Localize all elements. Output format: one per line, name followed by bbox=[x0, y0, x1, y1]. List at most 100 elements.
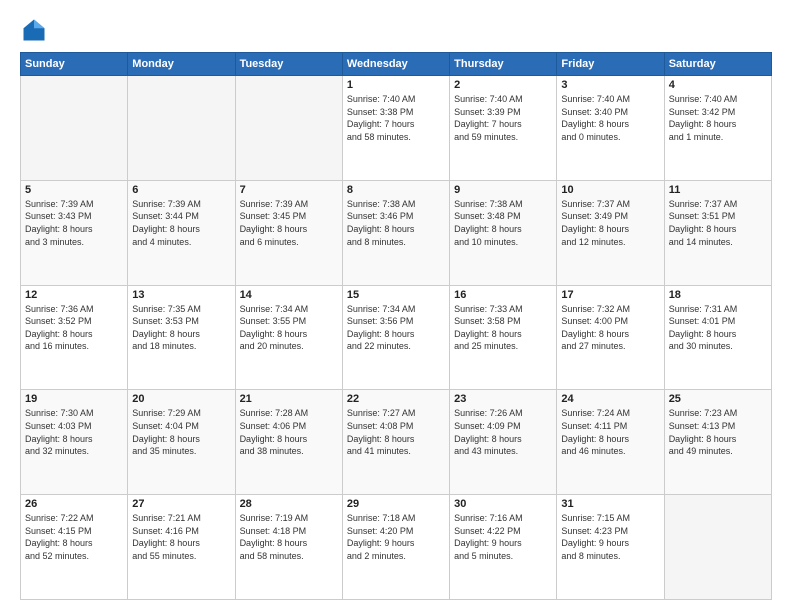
day-info: Sunrise: 7:16 AMSunset: 4:22 PMDaylight:… bbox=[454, 512, 552, 562]
weekday-sunday: Sunday bbox=[21, 53, 128, 76]
day-info: Sunrise: 7:38 AMSunset: 3:46 PMDaylight:… bbox=[347, 198, 445, 248]
day-info: Sunrise: 7:39 AMSunset: 3:44 PMDaylight:… bbox=[132, 198, 230, 248]
logo-icon bbox=[20, 16, 48, 44]
day-number: 22 bbox=[347, 393, 445, 405]
day-info: Sunrise: 7:15 AMSunset: 4:23 PMDaylight:… bbox=[561, 512, 659, 562]
day-cell: 15 Sunrise: 7:34 AMSunset: 3:56 PMDayligh… bbox=[342, 285, 449, 390]
day-cell bbox=[21, 76, 128, 181]
day-number: 24 bbox=[561, 393, 659, 405]
day-info: Sunrise: 7:27 AMSunset: 4:08 PMDaylight:… bbox=[347, 407, 445, 457]
week-row-4: 26 Sunrise: 7:22 AMSunset: 4:15 PMDayligh… bbox=[21, 495, 772, 600]
day-cell: 13 Sunrise: 7:35 AMSunset: 3:53 PMDayligh… bbox=[128, 285, 235, 390]
day-number: 31 bbox=[561, 498, 659, 510]
day-number: 2 bbox=[454, 79, 552, 91]
day-number: 19 bbox=[25, 393, 123, 405]
day-info: Sunrise: 7:23 AMSunset: 4:13 PMDaylight:… bbox=[669, 407, 767, 457]
day-number: 30 bbox=[454, 498, 552, 510]
day-number: 25 bbox=[669, 393, 767, 405]
day-number: 8 bbox=[347, 184, 445, 196]
day-number: 28 bbox=[240, 498, 338, 510]
weekday-thursday: Thursday bbox=[450, 53, 557, 76]
day-info: Sunrise: 7:37 AMSunset: 3:51 PMDaylight:… bbox=[669, 198, 767, 248]
day-number: 12 bbox=[25, 289, 123, 301]
day-number: 6 bbox=[132, 184, 230, 196]
day-number: 16 bbox=[454, 289, 552, 301]
day-info: Sunrise: 7:39 AMSunset: 3:43 PMDaylight:… bbox=[25, 198, 123, 248]
day-cell: 5Sunrise: 7:39 AMSunset: 3:43 PMDaylight… bbox=[21, 180, 128, 285]
day-cell: 26 Sunrise: 7:22 AMSunset: 4:15 PMDayligh… bbox=[21, 495, 128, 600]
day-cell: 10Sunrise: 7:37 AMSunset: 3:49 PMDayligh… bbox=[557, 180, 664, 285]
day-number: 9 bbox=[454, 184, 552, 196]
day-number: 26 bbox=[25, 498, 123, 510]
day-cell bbox=[128, 76, 235, 181]
day-info: Sunrise: 7:38 AMSunset: 3:48 PMDaylight:… bbox=[454, 198, 552, 248]
day-cell bbox=[664, 495, 771, 600]
day-info: Sunrise: 7:29 AMSunset: 4:04 PMDaylight:… bbox=[132, 407, 230, 457]
day-info: Sunrise: 7:40 AMSunset: 3:39 PMDaylight:… bbox=[454, 93, 552, 143]
day-info: Sunrise: 7:33 AMSunset: 3:58 PMDaylight:… bbox=[454, 303, 552, 353]
day-info: Sunrise: 7:35 AMSunset: 3:53 PMDaylight:… bbox=[132, 303, 230, 353]
day-cell: 11Sunrise: 7:37 AMSunset: 3:51 PMDayligh… bbox=[664, 180, 771, 285]
day-number: 13 bbox=[132, 289, 230, 301]
day-info: Sunrise: 7:32 AMSunset: 4:00 PMDaylight:… bbox=[561, 303, 659, 353]
page: SundayMondayTuesdayWednesdayThursdayFrid… bbox=[0, 0, 792, 612]
day-info: Sunrise: 7:39 AMSunset: 3:45 PMDaylight:… bbox=[240, 198, 338, 248]
day-info: Sunrise: 7:26 AMSunset: 4:09 PMDaylight:… bbox=[454, 407, 552, 457]
day-cell: 31 Sunrise: 7:15 AMSunset: 4:23 PMDayligh… bbox=[557, 495, 664, 600]
week-row-2: 12 Sunrise: 7:36 AMSunset: 3:52 PMDayligh… bbox=[21, 285, 772, 390]
day-cell: 23 Sunrise: 7:26 AMSunset: 4:09 PMDayligh… bbox=[450, 390, 557, 495]
day-info: Sunrise: 7:22 AMSunset: 4:15 PMDaylight:… bbox=[25, 512, 123, 562]
day-cell: 4 Sunrise: 7:40 AMSunset: 3:42 PMDaylight… bbox=[664, 76, 771, 181]
day-number: 23 bbox=[454, 393, 552, 405]
weekday-header-row: SundayMondayTuesdayWednesdayThursdayFrid… bbox=[21, 53, 772, 76]
day-cell: 6 Sunrise: 7:39 AMSunset: 3:44 PMDaylight… bbox=[128, 180, 235, 285]
week-row-1: 5Sunrise: 7:39 AMSunset: 3:43 PMDaylight… bbox=[21, 180, 772, 285]
weekday-wednesday: Wednesday bbox=[342, 53, 449, 76]
day-number: 29 bbox=[347, 498, 445, 510]
day-cell: 12 Sunrise: 7:36 AMSunset: 3:52 PMDayligh… bbox=[21, 285, 128, 390]
day-info: Sunrise: 7:24 AMSunset: 4:11 PMDaylight:… bbox=[561, 407, 659, 457]
day-cell: 18 Sunrise: 7:31 AMSunset: 4:01 PMDayligh… bbox=[664, 285, 771, 390]
day-number: 3 bbox=[561, 79, 659, 91]
day-number: 18 bbox=[669, 289, 767, 301]
calendar-table: SundayMondayTuesdayWednesdayThursdayFrid… bbox=[20, 52, 772, 600]
header bbox=[20, 16, 772, 44]
day-cell: 7 Sunrise: 7:39 AMSunset: 3:45 PMDaylight… bbox=[235, 180, 342, 285]
day-info: Sunrise: 7:36 AMSunset: 3:52 PMDaylight:… bbox=[25, 303, 123, 353]
day-info: Sunrise: 7:31 AMSunset: 4:01 PMDaylight:… bbox=[669, 303, 767, 353]
day-cell: 8 Sunrise: 7:38 AMSunset: 3:46 PMDaylight… bbox=[342, 180, 449, 285]
weekday-friday: Friday bbox=[557, 53, 664, 76]
day-info: Sunrise: 7:34 AMSunset: 3:56 PMDaylight:… bbox=[347, 303, 445, 353]
day-cell: 22 Sunrise: 7:27 AMSunset: 4:08 PMDayligh… bbox=[342, 390, 449, 495]
day-info: Sunrise: 7:30 AMSunset: 4:03 PMDaylight:… bbox=[25, 407, 123, 457]
day-cell: 9 Sunrise: 7:38 AMSunset: 3:48 PMDaylight… bbox=[450, 180, 557, 285]
day-number: 14 bbox=[240, 289, 338, 301]
day-cell: 28 Sunrise: 7:19 AMSunset: 4:18 PMDayligh… bbox=[235, 495, 342, 600]
logo bbox=[20, 16, 52, 44]
day-number: 7 bbox=[240, 184, 338, 196]
day-number: 17 bbox=[561, 289, 659, 301]
day-cell: 2 Sunrise: 7:40 AMSunset: 3:39 PMDaylight… bbox=[450, 76, 557, 181]
day-info: Sunrise: 7:28 AMSunset: 4:06 PMDaylight:… bbox=[240, 407, 338, 457]
day-info: Sunrise: 7:18 AMSunset: 4:20 PMDaylight:… bbox=[347, 512, 445, 562]
day-cell: 29 Sunrise: 7:18 AMSunset: 4:20 PMDayligh… bbox=[342, 495, 449, 600]
day-number: 4 bbox=[669, 79, 767, 91]
day-number: 20 bbox=[132, 393, 230, 405]
day-info: Sunrise: 7:40 AMSunset: 3:40 PMDaylight:… bbox=[561, 93, 659, 143]
day-cell: 20 Sunrise: 7:29 AMSunset: 4:04 PMDayligh… bbox=[128, 390, 235, 495]
day-number: 15 bbox=[347, 289, 445, 301]
day-info: Sunrise: 7:19 AMSunset: 4:18 PMDaylight:… bbox=[240, 512, 338, 562]
day-number: 10 bbox=[561, 184, 659, 196]
day-info: Sunrise: 7:40 AMSunset: 3:42 PMDaylight:… bbox=[669, 93, 767, 143]
day-cell: 30 Sunrise: 7:16 AMSunset: 4:22 PMDayligh… bbox=[450, 495, 557, 600]
weekday-tuesday: Tuesday bbox=[235, 53, 342, 76]
day-cell: 21 Sunrise: 7:28 AMSunset: 4:06 PMDayligh… bbox=[235, 390, 342, 495]
day-cell: 3 Sunrise: 7:40 AMSunset: 3:40 PMDaylight… bbox=[557, 76, 664, 181]
day-cell: 25 Sunrise: 7:23 AMSunset: 4:13 PMDayligh… bbox=[664, 390, 771, 495]
day-number: 27 bbox=[132, 498, 230, 510]
day-number: 21 bbox=[240, 393, 338, 405]
day-info: Sunrise: 7:34 AMSunset: 3:55 PMDaylight:… bbox=[240, 303, 338, 353]
day-cell: 16 Sunrise: 7:33 AMSunset: 3:58 PMDayligh… bbox=[450, 285, 557, 390]
weekday-saturday: Saturday bbox=[664, 53, 771, 76]
day-cell: 14 Sunrise: 7:34 AMSunset: 3:55 PMDayligh… bbox=[235, 285, 342, 390]
